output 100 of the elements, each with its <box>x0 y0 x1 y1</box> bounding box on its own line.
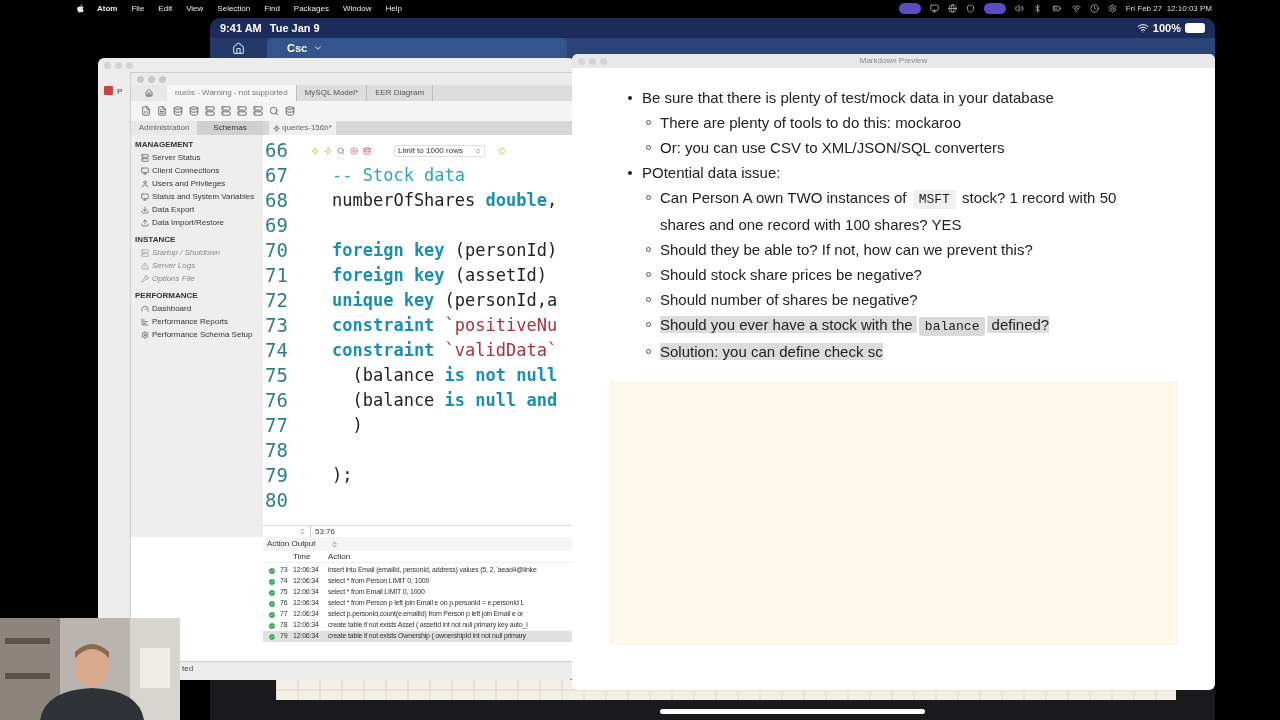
code-line: numberOfShares double, <box>331 192 558 209</box>
database-icon[interactable] <box>285 106 295 116</box>
code-line: (balance is null and <box>351 392 558 409</box>
line-number: 74 <box>264 341 289 360</box>
editor-tab[interactable]: nuros - Warning - not supported <box>167 85 297 101</box>
success-icon <box>268 621 276 630</box>
menu-item[interactable]: Find <box>264 2 280 15</box>
query-tab[interactable]: queries-156h* <box>269 121 336 135</box>
database-icon[interactable] <box>189 106 199 116</box>
chevron-icon <box>313 43 324 53</box>
home-button[interactable] <box>210 38 267 58</box>
menu-item[interactable]: Window <box>342 2 372 15</box>
success-icon <box>268 632 276 641</box>
column-header[interactable]: Action <box>328 550 351 563</box>
table-icon[interactable] <box>221 106 231 116</box>
search-icon[interactable] <box>337 146 345 155</box>
database-icon[interactable] <box>173 106 183 116</box>
database-icon[interactable] <box>363 146 371 155</box>
sidebar-tab[interactable]: Administration <box>131 121 197 135</box>
stepper-icon[interactable] <box>331 540 339 548</box>
code-line: foreign key (assetId) <box>331 267 547 284</box>
menu-item[interactable]: Help <box>385 2 402 15</box>
monitor-icon <box>141 193 149 201</box>
column-header[interactable]: Time <box>293 550 328 563</box>
display-icon[interactable] <box>929 4 939 13</box>
code-line: constraint `positiveNu <box>331 317 558 334</box>
code-line: (balance is not null <box>351 367 558 384</box>
output-title: Action Output <box>267 538 316 550</box>
section-title: PERFORMANCE <box>135 290 199 302</box>
limit-select[interactable]: Limit to 1000 rows <box>394 144 485 157</box>
success-icon <box>268 566 276 575</box>
line-number: 73 <box>264 316 289 335</box>
line-number: 75 <box>264 366 289 385</box>
menu-item[interactable]: View <box>186 2 204 15</box>
table-icon[interactable] <box>205 106 215 116</box>
sidebar-item[interactable]: Performance Reports <box>152 316 229 328</box>
table-icon[interactable] <box>253 106 263 116</box>
line-number: 80 <box>264 491 289 510</box>
list-item: Be sure that there is plenty of test/mock data in your database <box>642 88 1054 108</box>
bluetooth-icon[interactable] <box>1032 4 1042 13</box>
line-number: 77 <box>264 416 289 435</box>
back-window-label: P <box>117 86 123 98</box>
volume-icon[interactable] <box>1014 4 1024 13</box>
list-item: Should you ever have a stock with the balance defined? <box>660 315 1051 338</box>
wrench-icon <box>141 275 149 283</box>
home-icon <box>232 41 245 55</box>
stepper-icon[interactable] <box>299 528 306 535</box>
home-icon <box>145 89 153 97</box>
sidebar-item[interactable]: Dashboard <box>152 303 192 315</box>
list-item: Solution: you can define check sc <box>660 342 884 362</box>
status-text: ted <box>181 663 195 675</box>
list-item: Or: you can use CSV to XML/JSON/SQL converters <box>660 138 1006 158</box>
wifi-icon[interactable] <box>1071 4 1081 13</box>
bullet <box>628 95 632 100</box>
status-time: 9:41 AM <box>220 20 262 36</box>
sidebar-item[interactable]: Server Status <box>152 152 201 164</box>
wifi-icon <box>1136 22 1149 34</box>
line-number: 79 <box>264 466 289 485</box>
menu-item[interactable]: Atom <box>97 2 118 15</box>
menubar-clock[interactable]: Fri Feb 27 12:10:03 PM <box>1125 2 1212 15</box>
code-line: ); <box>331 467 353 484</box>
globe-icon[interactable] <box>947 4 957 13</box>
list-item: There are plenty of tools to do this: mockaroo <box>660 113 962 133</box>
stop-icon[interactable] <box>350 146 358 155</box>
home-tab[interactable] <box>131 85 167 101</box>
code-line: foreign key (personId) <box>331 242 558 259</box>
menu-item[interactable]: File <box>131 2 145 15</box>
bullet <box>628 170 632 175</box>
document-tab[interactable]: Csc <box>267 38 567 58</box>
sql-file-icon[interactable] <box>141 106 151 116</box>
search-icon[interactable] <box>269 106 279 116</box>
code-line: -- Stock data <box>331 167 466 184</box>
line-number: 69 <box>264 216 289 235</box>
list-item: Should number of shares be negative? <box>660 290 919 310</box>
control-center-icon[interactable] <box>1107 4 1117 13</box>
window-title: Markdown Preview <box>859 55 928 67</box>
section-title: INSTANCE <box>135 234 177 246</box>
shield-icon[interactable] <box>965 4 975 13</box>
table-icon[interactable] <box>237 106 247 116</box>
star-icon[interactable] <box>497 146 506 155</box>
download-icon <box>141 206 149 214</box>
menu-item[interactable]: Edit <box>158 2 173 15</box>
apple-icon[interactable] <box>76 4 85 13</box>
sidebar-tab[interactable]: Schemas <box>197 121 263 135</box>
line-number: 72 <box>264 291 289 310</box>
menu-item[interactable]: Packages <box>293 2 329 15</box>
battery-icon <box>1185 23 1205 33</box>
file-icon[interactable] <box>157 106 167 116</box>
clock-icon[interactable] <box>1089 4 1099 13</box>
sidebar-item[interactable]: Users and Privileges <box>152 178 226 190</box>
line-number: 76 <box>264 391 289 410</box>
battery-icon[interactable] <box>1050 4 1063 13</box>
section-title: MANAGEMENT <box>135 139 195 151</box>
sidebar-item[interactable]: Client Connections <box>152 165 220 177</box>
sidebar-item[interactable]: Status and System Variables <box>152 191 255 203</box>
success-icon <box>268 577 276 586</box>
sidebar-item[interactable]: Data Export <box>152 204 195 216</box>
sidebar-item[interactable]: Performance Schema Setup <box>152 329 253 341</box>
sidebar-item[interactable]: Data Import/Restore <box>152 217 225 229</box>
menu-item[interactable]: Selection <box>217 2 251 15</box>
